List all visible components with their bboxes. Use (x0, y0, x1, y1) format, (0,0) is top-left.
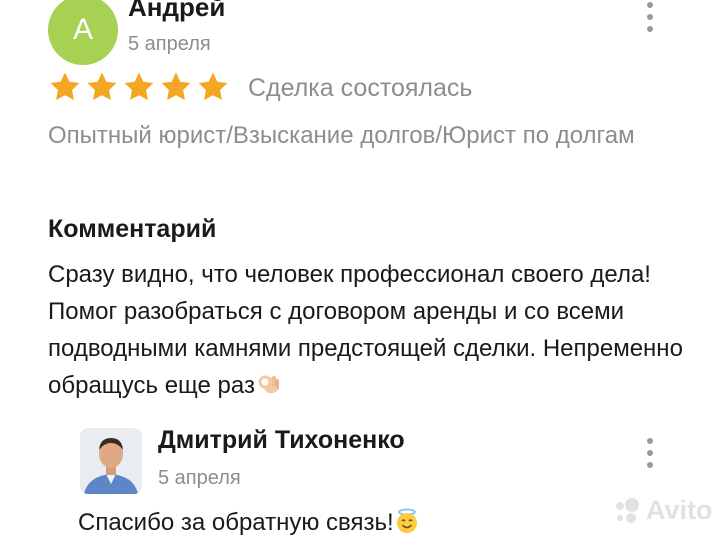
avito-watermark: Avito (612, 495, 713, 526)
star-icon (124, 72, 154, 101)
comment-text: Сразу видно, что человек профессионал св… (48, 256, 688, 404)
smiling-angel-emoji (396, 508, 417, 533)
reply-more-icon[interactable] (640, 438, 660, 468)
deal-status: Сделка состоялась (248, 74, 473, 102)
reply-body: Спасибо за обратную связь! (78, 509, 394, 536)
reply-date: 5 апреля (158, 467, 241, 489)
reply-text: Спасибо за обратную связь! (78, 508, 420, 537)
avito-watermark-text: Avito (646, 495, 713, 525)
comment-body: Сразу видно, что человек профессионал св… (48, 261, 683, 399)
reply-author-name[interactable]: Дмитрий Тихоненко (158, 426, 405, 455)
avito-logo (616, 497, 639, 523)
reply-author-photo (80, 428, 142, 494)
comment-heading: Комментарий (48, 215, 217, 243)
rating-stars (48, 70, 230, 104)
review-date: 5 апреля (128, 33, 211, 55)
service-name[interactable]: Опытный юрист/Взыскание долгов/Юрист по … (48, 118, 648, 154)
star-icon (50, 72, 80, 101)
review-more-icon[interactable] (640, 2, 660, 32)
review-author-name[interactable]: Андрей (128, 0, 225, 23)
star-icon (161, 72, 191, 101)
star-icon (198, 72, 228, 101)
avatar: А (48, 0, 118, 65)
star-icon (87, 72, 117, 101)
ok-hand-emoji (258, 375, 279, 394)
